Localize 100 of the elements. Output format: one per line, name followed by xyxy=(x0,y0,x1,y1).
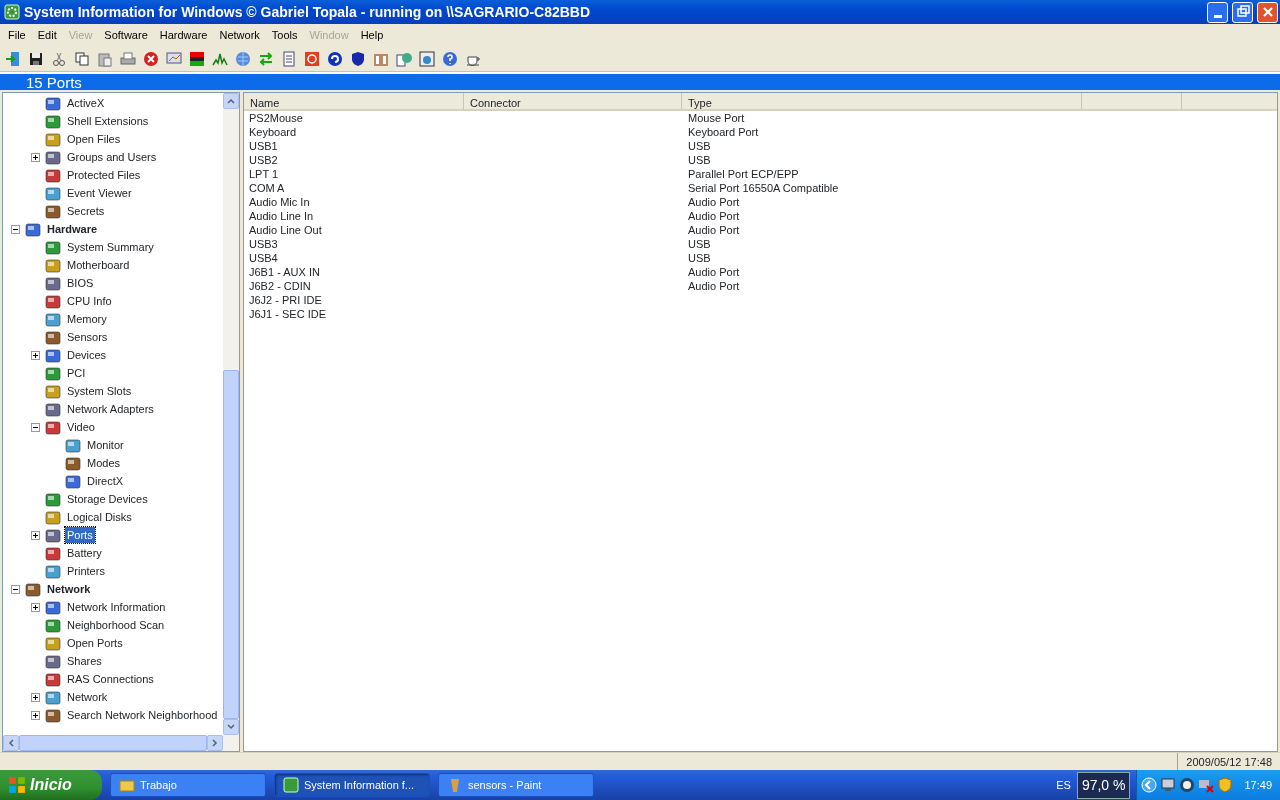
tree-item[interactable]: Motherboard xyxy=(65,256,132,274)
tree-item[interactable]: Shell Extensions xyxy=(65,112,151,130)
collapse-toggle[interactable] xyxy=(11,584,20,594)
minimize-icon xyxy=(1213,14,1222,18)
table-cell-text: Audio Port xyxy=(687,195,741,209)
table-cell-text: Audio Line In xyxy=(248,209,315,223)
tree-item[interactable]: Open Ports xyxy=(65,634,125,652)
tree-item[interactable]: Network Information xyxy=(65,598,168,616)
plus-icon xyxy=(32,153,39,161)
tree-item[interactable]: CPU Info xyxy=(65,292,114,310)
expand-toggle[interactable] xyxy=(31,530,40,540)
horizontal-scrollbar[interactable] xyxy=(3,735,239,751)
menu-item[interactable]: Help xyxy=(354,24,390,46)
tree-item[interactable]: RAS Connections xyxy=(65,670,156,688)
vertical-scrollbar[interactable] xyxy=(223,93,239,735)
tree-item[interactable]: Monitor xyxy=(85,436,126,454)
expand-toggle[interactable] xyxy=(31,350,40,360)
shield-icon[interactable] xyxy=(1217,777,1234,793)
document-icon xyxy=(281,50,297,67)
tree-item[interactable]: Storage Devices xyxy=(65,490,150,508)
column-header[interactable]: Connector xyxy=(464,93,682,109)
plus-icon xyxy=(32,531,39,539)
plus-icon xyxy=(32,603,39,611)
menu-item[interactable]: Network xyxy=(213,24,266,46)
collapse-toggle[interactable] xyxy=(11,224,20,234)
start-button[interactable]: Inicio xyxy=(0,770,102,800)
taskbar-button[interactable]: sensors - Paint xyxy=(438,773,594,797)
meter-readout: 97,0 % xyxy=(1076,771,1131,799)
table-cell-text: Audio Port xyxy=(687,279,741,293)
tree-item[interactable]: Groups and Users xyxy=(65,148,159,166)
tree-node-icon xyxy=(45,600,61,617)
taskbar-button[interactable]: System Information f... xyxy=(274,773,430,797)
disc-button[interactable] xyxy=(417,48,437,69)
tree-item[interactable]: BIOS xyxy=(65,274,96,292)
tree-item[interactable]: ActiveX xyxy=(65,94,107,112)
expand-toggle[interactable] xyxy=(31,602,40,612)
tree-item[interactable]: Network xyxy=(45,580,93,598)
table-cell-text: LPT 1 xyxy=(248,167,280,181)
expand-toggle[interactable] xyxy=(31,152,40,162)
menu-item[interactable]: Tools xyxy=(265,24,304,46)
tree-item[interactable]: Battery xyxy=(65,544,104,562)
tree-item[interactable]: DirectX xyxy=(85,472,126,490)
tree-item[interactable]: System Summary xyxy=(65,238,156,256)
tree-item[interactable]: Network xyxy=(65,688,110,706)
section-header: 15 Ports xyxy=(0,72,1280,90)
tree-item[interactable]: Network Adapters xyxy=(65,400,156,418)
minimize-button[interactable] xyxy=(1207,1,1228,23)
tree-item[interactable]: PCI xyxy=(65,364,88,382)
table-cell-text: Audio Mic In xyxy=(248,195,311,209)
column-header[interactable]: Type xyxy=(682,93,1082,109)
tree-item[interactable]: Search Network Neighborhood xyxy=(65,706,220,724)
tree-item[interactable]: Secrets xyxy=(65,202,107,220)
table-cell-text: J6J1 - SEC IDE xyxy=(248,307,328,321)
taskbar-button[interactable]: Trabajo xyxy=(110,773,266,797)
tree-item[interactable]: Sensors xyxy=(65,328,110,346)
copy-icon xyxy=(74,50,90,67)
tree-item[interactable]: Neighborhood Scan xyxy=(65,616,167,634)
tree-item[interactable]: Ports xyxy=(65,526,95,544)
tree-item[interactable]: Memory xyxy=(65,310,109,328)
table-cell-text: USB4 xyxy=(248,251,279,265)
menu-item[interactable]: Hardware xyxy=(153,24,214,46)
language-indicator[interactable]: ES xyxy=(1056,776,1071,794)
shield-icon xyxy=(350,50,366,67)
tree-item[interactable]: Shares xyxy=(65,652,104,670)
tree-item[interactable]: Video xyxy=(65,418,97,436)
tree-item[interactable]: Open Files xyxy=(65,130,123,148)
tree-item[interactable]: Printers xyxy=(65,562,107,580)
menu-item[interactable]: Software xyxy=(98,24,154,46)
table-cell-text: Serial Port 16550A Compatible xyxy=(687,181,840,195)
tree-node-icon xyxy=(45,312,61,329)
tree-item[interactable]: Hardware xyxy=(45,220,100,238)
tree-item[interactable]: System Slots xyxy=(65,382,134,400)
close-button[interactable] xyxy=(1257,1,1278,23)
tree-item[interactable]: Event Viewer xyxy=(65,184,134,202)
table-cell-text: USB2 xyxy=(248,153,279,167)
collapse-toggle[interactable] xyxy=(31,422,40,432)
tree-node-icon xyxy=(45,510,61,527)
tree-item[interactable]: Logical Disks xyxy=(65,508,134,526)
expand-toggle[interactable] xyxy=(31,710,40,720)
tree-node-icon xyxy=(45,546,61,563)
tree-node-icon xyxy=(45,276,61,293)
tree-item[interactable]: Protected Files xyxy=(65,166,143,184)
maximize-button[interactable] xyxy=(1232,1,1253,23)
menu-item[interactable]: File xyxy=(2,24,32,46)
tree-node-icon xyxy=(45,258,61,275)
tree-node-icon xyxy=(45,96,61,113)
table-cell-text: Audio Port xyxy=(687,209,741,223)
menu-item[interactable]: Edit xyxy=(31,24,63,46)
expand-toggle[interactable] xyxy=(31,692,40,702)
computer-icon[interactable] xyxy=(1160,777,1177,793)
folder-icon xyxy=(119,777,135,793)
chevron-icon[interactable] xyxy=(1141,777,1158,793)
tree-item[interactable]: Devices xyxy=(65,346,109,364)
tree-node-icon xyxy=(45,528,61,545)
tree-item[interactable]: Modes xyxy=(85,454,123,472)
column-header[interactable]: Name xyxy=(244,93,464,109)
table-cell-text: J6B2 - CDIN xyxy=(248,279,312,293)
network-error-icon[interactable] xyxy=(1198,777,1215,793)
tree-node-icon xyxy=(65,474,81,491)
clock: 17:49 xyxy=(1244,777,1272,793)
